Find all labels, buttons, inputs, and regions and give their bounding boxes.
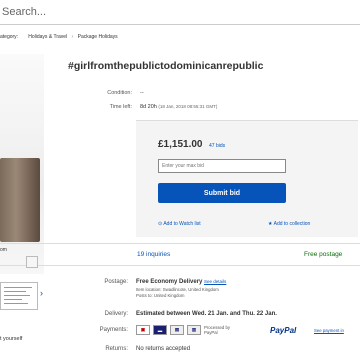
postage-value: Free Economy Delivery See details [136, 279, 226, 285]
doc-line [4, 295, 30, 296]
add-to-collection-link[interactable]: ★ Add to collection [268, 221, 310, 227]
breadcrumb-separator-icon: › [71, 34, 74, 40]
returns-value: No returns accepted [136, 346, 191, 352]
doc-line [4, 291, 26, 292]
item-image-gallery[interactable] [0, 54, 44, 274]
divider [0, 265, 360, 266]
search-input[interactable] [0, 0, 302, 24]
left-caption: t yourself [0, 336, 23, 342]
paypal-badge-icon: ▣ [136, 325, 150, 335]
returns-label: Returns: [105, 346, 128, 352]
star-icon: ★ [268, 221, 273, 227]
time-left-remaining: 8d 20h [140, 104, 157, 110]
postage-label: Postage: [104, 279, 128, 285]
visa-icon: ▬ [153, 325, 167, 335]
inquiries-count: 19 inquiries [137, 251, 171, 258]
divider [0, 243, 360, 244]
breadcrumb: ategory: Holidays & Travel › Package Hol… [0, 34, 118, 40]
max-bid-input[interactable] [158, 159, 286, 173]
paypal-logo: PayPal [270, 326, 297, 335]
condition-label: Condition: [107, 90, 132, 96]
payments-label: Payments: [99, 327, 128, 333]
time-left-end-date: (18 Jan, 2018 08:55:31 GMT) [158, 104, 218, 109]
page-title: #girlfromthepublictodominicanrepublic [68, 60, 264, 72]
watchlist-label: Add to Watch list [163, 221, 201, 227]
bid-count-link[interactable]: 47 bids [209, 143, 225, 149]
see-details-link[interactable]: See details [204, 279, 226, 284]
processed-by-paypal: Processed by PayPal [204, 325, 231, 335]
current-price: £1,151.00 [158, 139, 203, 150]
collection-label: Add to collection [273, 221, 311, 227]
thumbnail[interactable] [26, 256, 38, 268]
doc-line [4, 287, 32, 288]
delivery-label: Delivery: [104, 311, 128, 317]
thumbnail-document[interactable] [0, 282, 38, 310]
doc-line [4, 303, 28, 304]
strip-left-text: om [0, 247, 7, 253]
debit-card-icon: ▥ [187, 325, 201, 335]
eye-icon: ⊙ [158, 221, 163, 227]
breadcrumb-link-holidays[interactable]: Holidays & Travel [28, 34, 67, 40]
free-postage-label: Free postage [304, 251, 343, 258]
bid-panel: £1,151.00 47 bids Submit bid ⊙ Add to Wa… [136, 120, 358, 237]
breadcrumb-prefix: ategory: [0, 34, 19, 40]
time-left-value: 8d 20h (18 Jan, 2018 08:55:31 GMT) [140, 104, 217, 110]
item-photo[interactable] [0, 158, 40, 242]
card-icon: ▤ [170, 325, 184, 335]
add-to-watchlist-link[interactable]: ⊙ Add to Watch list [158, 221, 201, 227]
doc-line [4, 299, 22, 300]
chevron-right-icon[interactable]: › [40, 288, 43, 298]
posts-to: Posts to: United Kingdom [136, 293, 185, 298]
see-payment-link[interactable]: See payment in [314, 328, 344, 333]
time-left-label: Time left: [109, 104, 132, 110]
delivery-estimate: Estimated between Wed. 21 Jan. and Thu. … [136, 311, 277, 317]
postage-type: Free Economy Delivery [136, 279, 203, 285]
breadcrumb-separator [22, 34, 23, 40]
top-search-bar [0, 0, 360, 25]
submit-bid-button[interactable]: Submit bid [158, 183, 286, 203]
item-location: Item location: Swadlincote, United Kingd… [136, 287, 219, 292]
condition-value: -- [140, 90, 144, 96]
breadcrumb-link-package-holidays[interactable]: Package Holidays [78, 34, 118, 40]
